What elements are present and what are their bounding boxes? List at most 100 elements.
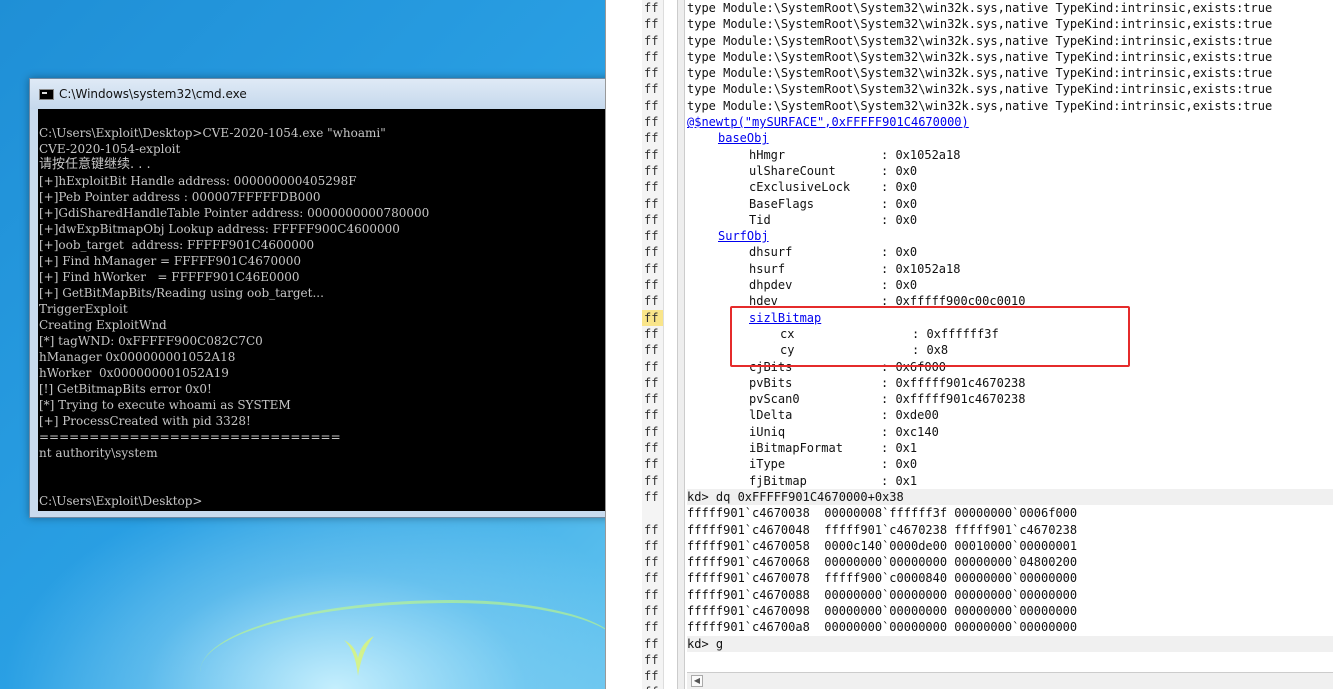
gutter-item: ff [644,669,659,684]
gutter-item: ff [644,392,659,407]
gutter-item: ff [644,82,659,97]
console-line: Creating ExploitWnd [39,318,167,332]
newtp-link[interactable]: @$newtp("mySURFACE",0xFFFFF901C4670000) [687,115,969,129]
field-name: cExclusiveLock [749,180,851,195]
field-value: : 0x0 [881,212,918,227]
field-name: pvBits [749,375,793,390]
gutter-item: ff [644,17,659,32]
struct-field: BaseFlags : 0x0 [687,196,1333,212]
console-line: TriggerExploit [39,302,128,316]
gutter-item: ff [644,115,659,130]
memory-dump-row: fffff901`c4670058 0000c140`0000de00 0001… [687,538,1078,553]
field-name: fjBitmap [749,473,807,488]
cmd-titlebar[interactable]: C:\Windows\system32\cmd.exe [30,79,618,109]
struct-field: pvScan0 : 0xfffff901c4670238 [687,391,1333,407]
field-value: : 0xfffff901c4670238 [881,375,1026,390]
gutter-item: ff [644,457,659,472]
field-name: dhpdev [749,278,793,293]
gutter-item: ff [644,359,659,374]
console-line: [+]Peb Pointer address : 000007FFFFFDB00… [39,190,321,204]
gutter-item: ff [644,33,659,48]
console-line: [!] GetBitmapBits error 0x0! [39,382,212,396]
gutter-item: ff [644,131,659,146]
field-name: pvScan0 [749,392,800,407]
field-value: : 0x1052a18 [881,147,961,162]
struct-field: fjBitmap: 0x1 [687,473,1333,489]
gutter-item: ff [644,66,659,81]
console-line: [*] tagWND: 0xFFFFF900C082C7C0 [39,334,263,348]
gutter-item: ff [644,229,659,244]
gutter-item: ff [644,163,659,178]
field-value: : 0x0 [881,245,918,260]
gutter-item: ff [644,261,659,276]
field-name: iUniq [749,424,786,439]
console-line: [+] ProcessCreated with pid 3328! [39,414,251,428]
field-name: lDelta [749,408,793,423]
console-line: [+]hExploitBit Handle address: 000000000… [39,174,357,188]
field-value: : 0x1 [881,441,918,456]
console-line: [+] Find hManager = FFFFF901C4670000 [39,254,302,268]
struct-field: ulShareCount: 0x0 [687,163,1333,179]
console-line: C:\Users\Exploit\Desktop> [39,494,203,508]
struct-field: Tid : 0x0 [687,212,1333,228]
cmd-console[interactable]: C:\Users\Exploit\Desktop>CVE-2020-1054.e… [38,109,618,511]
gutter-item: ff [644,180,659,195]
memory-dump-row: fffff901`c4670098 00000000`00000000 0000… [687,603,1078,618]
gutter-item: ff [644,278,659,293]
memory-dump-row: fffff901`c4670078 fffff900`c0000840 0000… [687,571,1078,586]
struct-field: hsurf: 0x1052a18 [687,261,1333,277]
cmd-window[interactable]: C:\Windows\system32\cmd.exe C:\Users\Exp… [29,78,619,518]
gutter-item: ff [644,196,659,211]
console-line: [+] Find hWorker = FFFFF901C46E0000 [39,270,300,284]
gutter-item: ff [644,98,659,113]
windows-flag-logo [344,636,374,676]
field-name: dhsurf [749,245,793,260]
memory-dump-row: fffff901`c4670038 00000008`ffffff3f 0000… [687,506,1078,521]
gutter-item: ff [644,473,659,488]
gutter-item: ff [644,571,659,586]
field-name: ulShareCount [749,163,836,178]
gutter-item: ff [644,49,659,64]
baseobj-link[interactable]: baseObj [718,131,769,145]
field-value: : 0xc140 [881,424,939,439]
field-name: iType [749,457,786,472]
gutter-item: ff [644,522,659,537]
horizontal-scrollbar[interactable]: ◀ [687,672,1333,689]
field-name: hHmgr [749,147,786,162]
field-value: : 0xfffff901c4670238 [881,392,1026,407]
gutter-item: ff [644,489,659,504]
console-line: 请按任意键继续. . . [39,157,151,172]
type-output-line: type Module:\SystemRoot\System32\win32k.… [687,17,1273,32]
console-line: [+]dwExpBitmapObj Lookup address: FFFFF9… [39,222,400,236]
scroll-left-arrow-icon[interactable]: ◀ [691,675,703,687]
field-value: : 0x0 [881,180,918,195]
surfobj-link[interactable]: SurfObj [718,229,769,243]
field-value: : 0x0 [881,196,918,211]
gutter-item: ff [644,587,659,602]
struct-field: pvBits : 0xfffff901c4670238 [687,375,1333,391]
pane-splitter[interactable] [677,0,685,689]
gutter-item: ff [644,343,659,358]
gutter-item: ff [642,309,663,326]
field-name: Tid [749,212,771,227]
console-line: [+]GdiSharedHandleTable Pointer address:… [39,206,430,220]
struct-field: lDelta: 0xde00 [687,407,1333,423]
memory-dump-row: fffff901`c4670068 00000000`00000000 0000… [687,555,1078,570]
gutter-item: ff [644,652,659,667]
console-line: CVE-2020-1054-exploit [39,142,181,156]
cmd-title: C:\Windows\system32\cmd.exe [59,87,247,101]
struct-field: dhpdev: 0x0 [687,277,1333,293]
gutter-item: ff [644,245,659,260]
type-output-line: type Module:\SystemRoot\System32\win32k.… [687,1,1273,15]
field-name: BaseFlags [749,196,815,211]
gutter-item: ff [644,1,659,15]
g-command: kd> g [687,635,1333,652]
struct-field: dhsurf : 0x0 [687,244,1333,260]
field-value: : 0x0 [881,457,918,472]
gutter-item: ff [644,147,659,162]
gutter-item: ff [644,441,659,456]
memory-dump-row: fffff901`c4670088 00000000`00000000 0000… [687,587,1078,602]
gutter-item: ff [644,375,659,390]
dq-command: kd> dq 0xFFFFF901C4670000+0x38 [687,488,1333,506]
